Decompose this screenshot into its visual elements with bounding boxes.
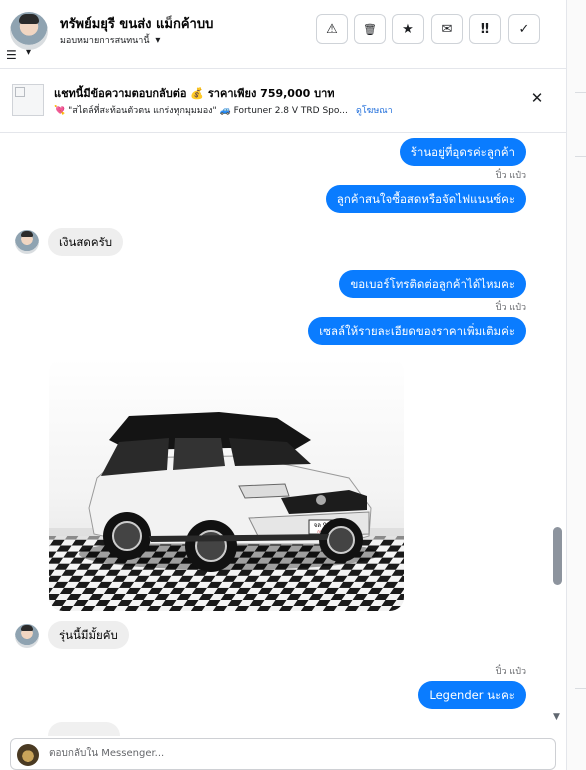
priority-icon: ‼: [480, 21, 490, 37]
customer-avatar[interactable]: [15, 624, 39, 648]
message-bubble-outgoing: Legender นะคะ: [418, 681, 526, 709]
check-icon: ✓: [518, 21, 530, 37]
mark-unread-button[interactable]: ✉: [431, 14, 463, 44]
message-thread: ร้านอยู่ที่อุดรค่ะลูกค้า ปิ๋ว แป๋ว ลูกค้…: [0, 132, 566, 736]
suv-photo: จล 946 กรุงเทพ: [49, 412, 404, 611]
message-bubble-outgoing: ร้านอยู่ที่อุดรค่ะลูกค้า: [399, 138, 526, 166]
scrollbar-thumb[interactable]: [553, 527, 562, 585]
ad-description: 💘 "สไตล์ที่สะท้อนตัวตน แกร่งทุกมุมมอง" 🚙…: [54, 106, 348, 116]
car-photo-message[interactable]: จล 946 กรุงเทพ: [49, 358, 404, 611]
envelope-icon: ✉: [441, 21, 453, 37]
reply-input[interactable]: ตอบกลับใน Messenger...: [49, 739, 164, 769]
sender-label: ปิ๋ว แป๋ว: [495, 171, 526, 181]
ad-thumbnail[interactable]: [12, 84, 44, 116]
ad-title: แชทนี้มีข้อความตอบกลับต่อ 💰 ราคาเพียง 75…: [54, 87, 335, 100]
message-bubble-outgoing: เซลล์ให้รายละเอียดของราคาเพิ่มเติมค่ะ: [308, 317, 526, 345]
sender-label: ปิ๋ว แป๋ว: [495, 303, 526, 313]
message-bubble-incoming: เงินสดครับ: [48, 228, 124, 256]
close-icon[interactable]: ✕: [528, 89, 546, 107]
star-button[interactable]: ★: [392, 14, 424, 44]
customer-avatar[interactable]: [15, 230, 39, 254]
filter-toggle[interactable]: ☰ ▾: [6, 47, 40, 62]
contact-avatar[interactable]: [10, 12, 48, 50]
edge-divider: [575, 688, 586, 689]
warning-icon: ⚠: [326, 21, 338, 37]
report-button[interactable]: ⚠: [316, 14, 348, 44]
star-icon: ★: [402, 21, 414, 37]
chevron-down-icon: ▾: [155, 35, 161, 46]
assign-label: มอบหมายการสนทนานี้: [60, 36, 150, 46]
page-avatar: [17, 744, 39, 766]
mark-done-button[interactable]: ✓: [508, 14, 540, 44]
message-bubble-incoming: รุ่นนี้มีมั้ยคับ: [48, 621, 129, 649]
sender-label: ปิ๋ว แป๋ว: [495, 667, 526, 677]
edge-divider: [575, 92, 586, 93]
reply-composer[interactable]: ตอบกลับใน Messenger...: [10, 738, 556, 770]
filter-icon: ☰: [6, 48, 17, 62]
assign-conversation-dropdown[interactable]: มอบหมายการสนทนานี้ ▾: [60, 33, 160, 47]
message-bubble-incoming-partial: [48, 722, 120, 736]
contact-name[interactable]: ทรัพย์มยุรี ขนส่ง แม็กค้าบบ: [60, 13, 213, 34]
ad-reply-banner: แชทนี้มีข้อความตอบกลับต่อ 💰 ราคาเพียง 75…: [0, 68, 566, 133]
trash-icon: 🗑: [363, 22, 377, 36]
view-ad-link[interactable]: ดูโฆษณา: [356, 103, 393, 117]
conversation-header: ☰ ▾ ทรัพย์มยุรี ขนส่ง แม็กค้าบบ มอบหมายก…: [0, 0, 566, 68]
edge-divider: [575, 156, 586, 157]
scroll-down-icon[interactable]: ▼: [553, 712, 560, 722]
message-bubble-outgoing: ขอเบอร์โทรติดต่อลูกค้าได้ไหมคะ: [339, 270, 526, 298]
side-scroll-track[interactable]: [566, 0, 586, 770]
follow-up-button[interactable]: ‼: [469, 14, 501, 44]
message-bubble-outgoing: ลูกค้าสนใจซื้อสดหรือจัดไฟแนนซ์คะ: [325, 185, 526, 213]
chevron-down-icon: ▾: [26, 47, 32, 58]
delete-button[interactable]: 🗑: [354, 14, 386, 44]
